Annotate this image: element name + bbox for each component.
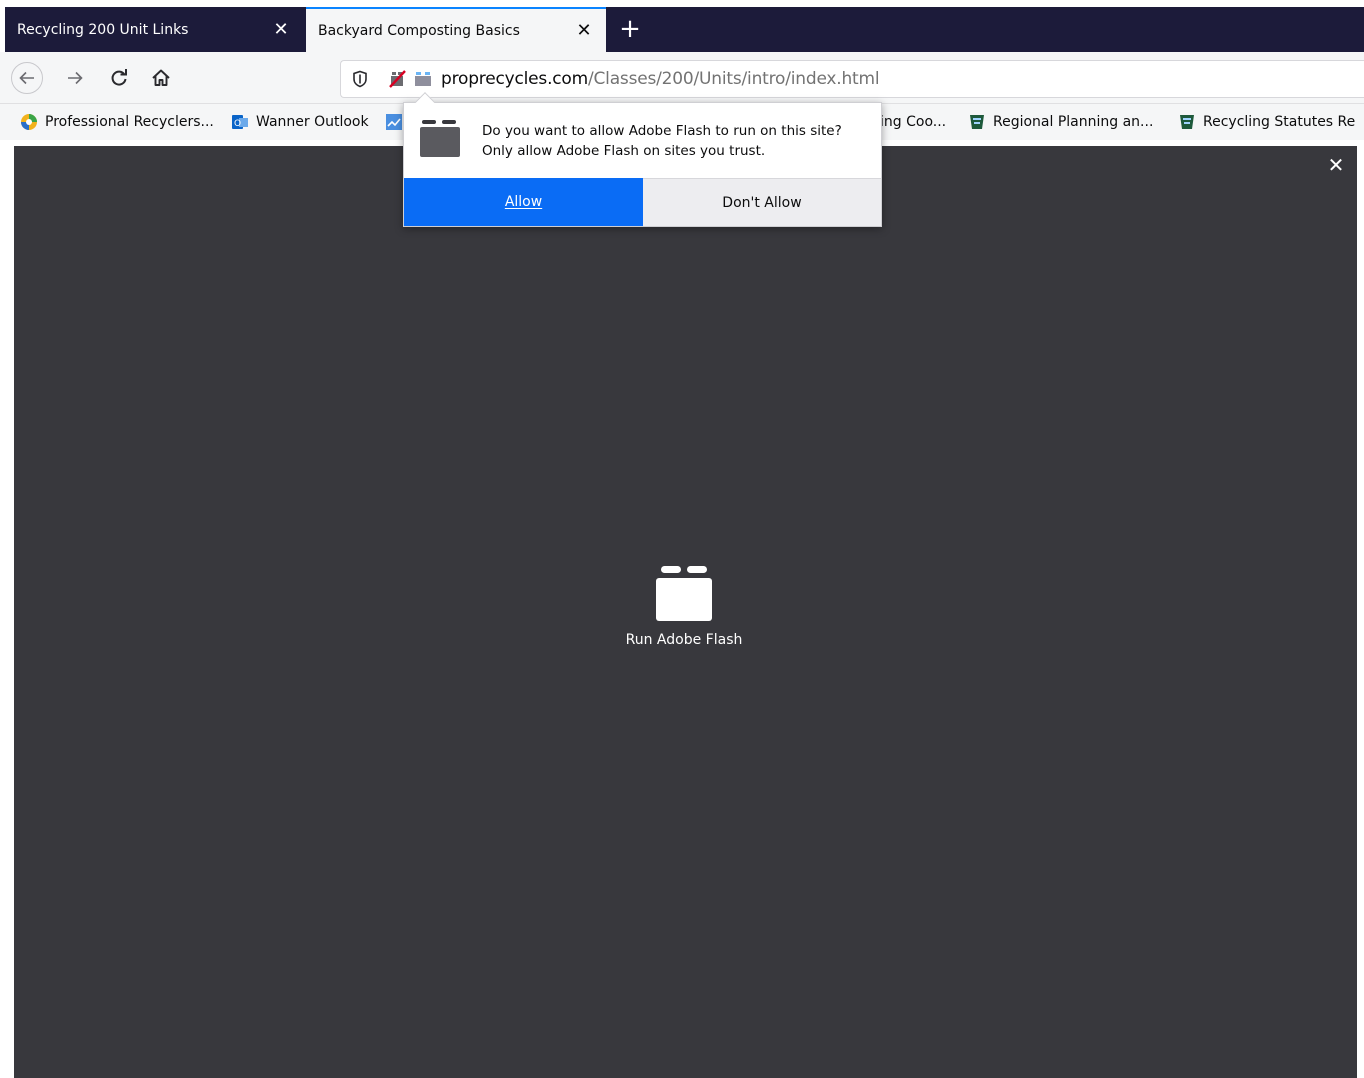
tab-backyard-composting-basics[interactable]: Backyard Composting Basics ✕ <box>306 7 606 52</box>
tab-label: Recycling 200 Unit Links <box>17 21 189 38</box>
reload-icon <box>111 69 127 86</box>
close-icon[interactable]: ✕ <box>1325 154 1347 176</box>
bookmark-label: ing Coo... <box>880 114 947 130</box>
navigation-toolbar: proprecycles.com/Classes/200/Units/intro… <box>0 52 1364 104</box>
bookmark-professional-recyclers[interactable]: Professional Recyclers... <box>20 110 214 134</box>
plugin-icon <box>420 120 460 157</box>
run-flash-button[interactable]: Run Adobe Flash <box>604 566 764 648</box>
forward-button[interactable] <box>59 62 91 94</box>
chart-icon <box>385 113 403 131</box>
plugin-icon <box>656 566 712 621</box>
arrow-right-icon <box>68 71 83 85</box>
bookmark-recycling-statutes[interactable]: Recycling Statutes Re <box>1178 110 1355 134</box>
home-button[interactable] <box>145 62 177 94</box>
outlook-icon: O <box>231 113 249 131</box>
bookmark-label: Recycling Statutes Re <box>1203 114 1356 130</box>
run-flash-label: Run Adobe Flash <box>625 632 743 648</box>
state-seal-icon <box>1178 113 1196 131</box>
tab-close-icon[interactable]: ✕ <box>271 19 291 40</box>
bookmark-wanner-outlook[interactable]: O Wanner Outlook <box>231 110 369 134</box>
tab-close-icon[interactable]: ✕ <box>574 20 594 41</box>
address-bar[interactable]: proprecycles.com/Classes/200/Units/intro… <box>340 60 1364 98</box>
popup-hint: Only allow Adobe Flash on sites you trus… <box>482 143 766 159</box>
bookmark-label: Regional Planning an... <box>993 114 1154 130</box>
home-icon <box>152 69 170 86</box>
plugin-icon[interactable] <box>413 71 433 87</box>
bookmark-label: Professional Recyclers... <box>45 114 214 130</box>
flash-plugin-placeholder: ✕ Run Adobe Flash <box>14 146 1357 1078</box>
globe-colored-icon <box>20 113 38 131</box>
state-seal-icon <box>968 113 986 131</box>
bookmark-regional-planning[interactable]: Regional Planning an... <box>968 110 1153 134</box>
bookmark-ing-coo[interactable]: ing Coo... <box>880 110 946 134</box>
url-path: /Classes/200/Units/intro/index.html <box>587 69 880 89</box>
tab-recycling-200-unit-links[interactable]: Recycling 200 Unit Links ✕ <box>5 7 303 52</box>
url-text: proprecycles.com/Classes/200/Units/intro… <box>441 69 880 89</box>
dont-allow-button[interactable]: Don't Allow <box>643 178 881 226</box>
arrow-left-icon <box>19 71 34 85</box>
tab-label: Backyard Composting Basics <box>318 22 520 39</box>
back-button[interactable] <box>11 62 43 94</box>
url-domain: proprecycles.com <box>441 69 588 89</box>
new-tab-button[interactable]: + <box>616 14 644 44</box>
tracking-protection-shield-icon[interactable] <box>349 70 371 88</box>
popup-question: Do you want to allow Adobe Flash to run … <box>482 123 842 139</box>
allow-button[interactable]: Allow <box>404 178 643 226</box>
bookmark-label: Wanner Outlook <box>256 114 369 130</box>
svg-text:O: O <box>234 119 241 129</box>
tab-strip: Recycling 200 Unit Links ✕ Backyard Comp… <box>0 0 1364 52</box>
bookmark-chart[interactable] <box>385 110 403 134</box>
popup-buttons: Allow Don't Allow <box>404 178 881 226</box>
plugin-blocked-icon[interactable] <box>387 70 409 88</box>
reload-button[interactable] <box>103 62 135 94</box>
flash-permission-popup: Do you want to allow Adobe Flash to run … <box>403 92 882 227</box>
popup-message: Do you want to allow Adobe Flash to run … <box>482 121 872 161</box>
